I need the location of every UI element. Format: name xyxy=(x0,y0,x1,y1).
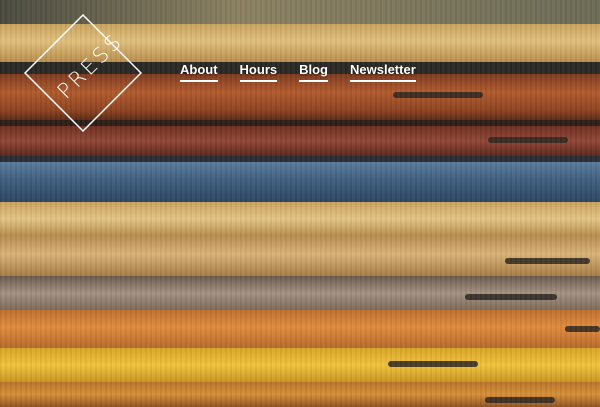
spine-slot xyxy=(488,137,568,143)
spine-slot xyxy=(393,92,483,98)
book-spine xyxy=(0,348,600,382)
spine-slot xyxy=(388,361,478,367)
nav-link-hours[interactable]: Hours xyxy=(239,62,278,82)
book-spine xyxy=(0,202,600,236)
spine-slot xyxy=(505,258,590,264)
book-spine xyxy=(0,310,600,348)
book-spine xyxy=(0,236,600,276)
book-spine xyxy=(0,382,600,407)
nav-link-blog[interactable]: Blog xyxy=(299,62,328,82)
spine-slot xyxy=(465,294,557,300)
main-nav: About Hours Blog Newsletter xyxy=(180,62,416,82)
book-spine xyxy=(0,276,600,310)
nav-link-newsletter[interactable]: Newsletter xyxy=(350,62,416,82)
book-spine xyxy=(0,162,600,202)
spine-slot xyxy=(485,397,555,403)
nav-link-about[interactable]: About xyxy=(180,62,218,82)
press-logo[interactable]: PRESS xyxy=(23,13,143,133)
spine-slot xyxy=(565,326,600,332)
